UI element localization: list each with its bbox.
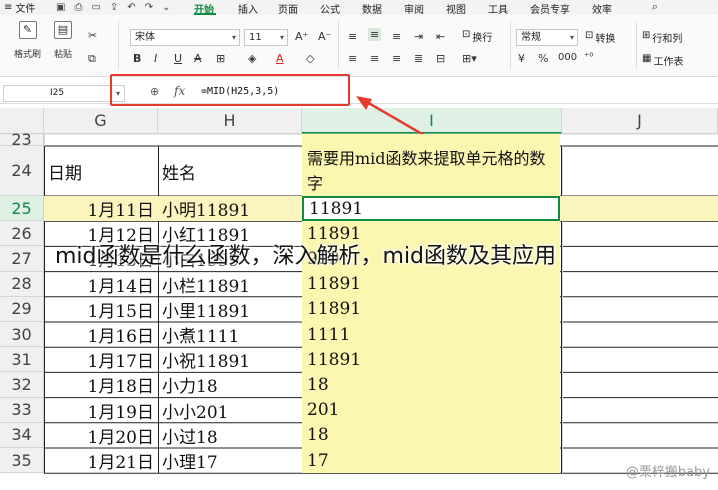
- row-header[interactable]: 30: [0, 322, 44, 348]
- arrow-head: [356, 96, 372, 110]
- header-cell-i[interactable]: 需要用mid函数来提取单元格的数字: [302, 146, 560, 196]
- result-cell[interactable]: 11891: [302, 272, 560, 297]
- result-cell[interactable]: 201: [302, 398, 560, 423]
- row-header[interactable]: 32: [0, 372, 44, 398]
- result-cell[interactable]: 18: [302, 372, 560, 397]
- name-cell[interactable]: 小里11891: [158, 297, 302, 322]
- row-header[interactable]: 34: [0, 422, 44, 448]
- row-header[interactable]: 29: [0, 296, 44, 322]
- row-header[interactable]: 33: [0, 397, 44, 423]
- result-cell[interactable]: 11891: [302, 297, 560, 322]
- date-cell[interactable]: 1月18日: [44, 372, 158, 397]
- header-cell-h[interactable]: 姓名: [158, 146, 302, 196]
- result-cell[interactable]: 18: [302, 423, 560, 448]
- date-cell[interactable]: 1月16日: [44, 322, 158, 347]
- row-header[interactable]: 27: [0, 246, 44, 272]
- date-cell[interactable]: 1月21日: [44, 448, 158, 473]
- result-cell[interactable]: 1111: [302, 322, 560, 347]
- date-cell[interactable]: 1月20日: [44, 423, 158, 448]
- row-header[interactable]: 31: [0, 347, 44, 373]
- name-cell[interactable]: 小理17: [158, 448, 302, 473]
- row-header[interactable]: 23: [0, 130, 44, 149]
- result-cell-fill: [302, 134, 560, 146]
- active-cell[interactable]: 11891: [302, 196, 560, 222]
- date-cell[interactable]: 1月17日: [44, 347, 158, 372]
- row-header[interactable]: 35: [0, 448, 44, 474]
- name-cell[interactable]: 小力18: [158, 372, 302, 397]
- name-cell[interactable]: 小明11891: [158, 196, 302, 221]
- overlay-title: mid函数是什么函数，深入解析，mid函数及其应用: [55, 244, 557, 269]
- watermark: @栗梓搬baby: [625, 465, 710, 480]
- row-header[interactable]: 24: [0, 146, 44, 196]
- row-header[interactable]: 28: [0, 271, 44, 297]
- name-cell[interactable]: 小栏11891: [158, 272, 302, 297]
- result-cell[interactable]: 17: [302, 448, 560, 473]
- result-cell[interactable]: 11891: [302, 347, 560, 372]
- name-cell[interactable]: 小煮1111: [158, 322, 302, 347]
- row-header[interactable]: 26: [0, 221, 44, 247]
- date-cell[interactable]: 1月19日: [44, 398, 158, 423]
- name-cell[interactable]: 小小201: [158, 398, 302, 423]
- header-cell-g[interactable]: 日期: [44, 146, 158, 196]
- date-cell[interactable]: 1月11日: [44, 196, 158, 221]
- date-cell[interactable]: 1月15日: [44, 297, 158, 322]
- date-cell[interactable]: 1月14日: [44, 272, 158, 297]
- row-header[interactable]: 25: [0, 196, 44, 222]
- name-cell[interactable]: 小过18: [158, 423, 302, 448]
- name-cell[interactable]: 小祝11891: [158, 347, 302, 372]
